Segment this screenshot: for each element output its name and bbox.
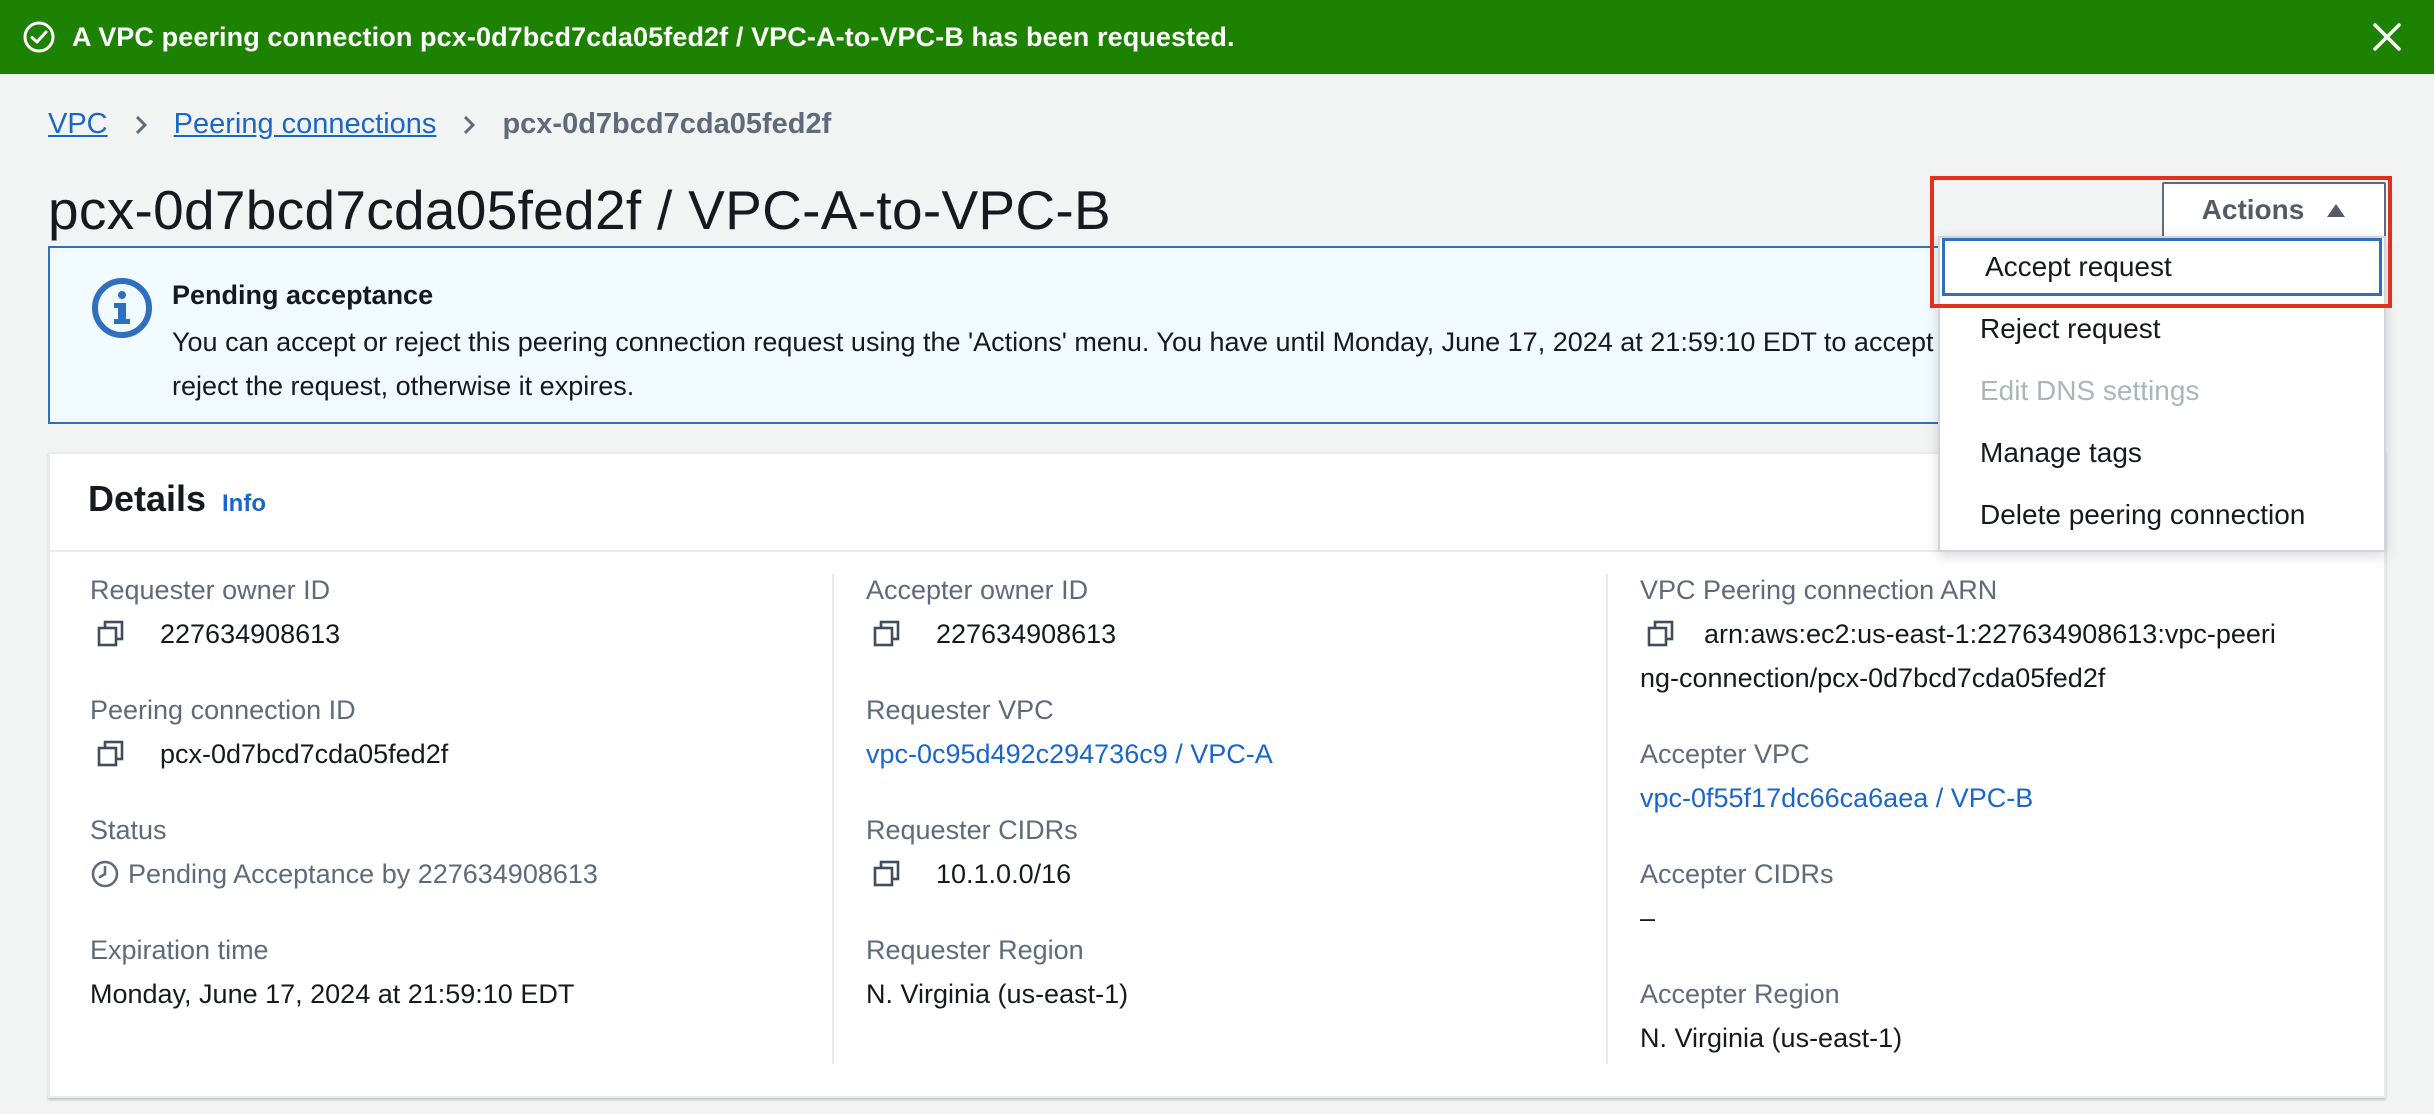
- close-icon[interactable]: [2370, 20, 2404, 54]
- requester-region-field: Requester Region N. Virginia (us-east-1): [866, 932, 1128, 1016]
- caret-up-icon: [2326, 202, 2346, 218]
- field-label: Status: [90, 815, 167, 845]
- requester-cidrs-field: Requester CIDRs 10.1.0.0/16: [866, 812, 1078, 896]
- field-value: arn:aws:ec2:us-east-1:227634908613:vpc-p…: [1640, 612, 2360, 700]
- copy-icon[interactable]: [96, 619, 126, 649]
- field-label: Accepter owner ID: [866, 575, 1089, 605]
- peering-connection-id-field: Peering connection ID pcx-0d7bcd7cda05fe…: [90, 692, 448, 776]
- copy-icon[interactable]: [1646, 619, 1676, 649]
- accepter-vpc-field: Accepter VPC vpc-0f55f17dc66ca6aea / VPC…: [1640, 736, 2033, 820]
- requester-owner-id-value: 227634908613: [160, 619, 341, 649]
- field-label: Requester Region: [866, 935, 1084, 965]
- menu-item-delete-peering-connection[interactable]: Delete peering connection: [1940, 486, 2384, 544]
- clock-icon: [90, 859, 120, 889]
- field-label: Requester owner ID: [90, 575, 331, 605]
- requester-cidrs-value: 10.1.0.0/16: [936, 859, 1072, 889]
- field-value: Pending Acceptance by 227634908613: [90, 852, 598, 896]
- requester-region-value: N. Virginia (us-east-1): [866, 979, 1129, 1009]
- requester-vpc-link[interactable]: vpc-0c95d492c294736c9 / VPC-A: [866, 732, 1273, 776]
- field-value: 10.1.0.0/16: [866, 852, 1078, 896]
- alert-body: You can accept or reject this peering co…: [172, 327, 1965, 401]
- check-circle-icon: [22, 20, 56, 54]
- field-value: 227634908613: [866, 612, 1116, 656]
- success-flash-banner: A VPC peering connection pcx-0d7bcd7cda0…: [0, 0, 2434, 74]
- actions-menu: Accept request Reject request Edit DNS s…: [1938, 236, 2386, 552]
- alert-title: Pending acceptance: [172, 280, 434, 310]
- arn-value: arn:aws:ec2:us-east-1:227634908613:vpc-p…: [1640, 619, 2276, 693]
- copy-icon[interactable]: [872, 619, 902, 649]
- field-label: Accepter VPC: [1640, 739, 1810, 769]
- accepter-owner-id-field: Accepter owner ID 227634908613: [866, 572, 1116, 656]
- field-label: Requester VPC: [866, 695, 1054, 725]
- status-value: Pending Acceptance by 227634908613: [128, 859, 598, 889]
- field-value: pcx-0d7bcd7cda05fed2f: [90, 732, 448, 776]
- column-divider: [1606, 574, 1608, 1064]
- accepter-region-field: Accepter Region N. Virginia (us-east-1): [1640, 976, 1902, 1060]
- chevron-right-icon: [130, 114, 152, 136]
- breadcrumb-peering-connections-link[interactable]: Peering connections: [174, 108, 437, 141]
- field-label: Requester CIDRs: [866, 815, 1078, 845]
- info-link[interactable]: Info: [222, 490, 266, 518]
- menu-item-reject-request[interactable]: Reject request: [1940, 300, 2384, 358]
- field-value: 227634908613: [90, 612, 340, 656]
- accepter-owner-id-value: 227634908613: [936, 619, 1117, 649]
- flash-message: A VPC peering connection pcx-0d7bcd7cda0…: [72, 21, 1235, 52]
- field-label: Peering connection ID: [90, 695, 356, 725]
- page-title: pcx-0d7bcd7cda05fed2f / VPC-A-to-VPC-B: [48, 179, 1112, 241]
- status-field: Status Pending Acceptance by 22763490861…: [90, 812, 598, 896]
- expiration-time-field: Expiration time Monday, June 17, 2024 at…: [90, 932, 574, 1016]
- actions-label: Actions: [2201, 194, 2305, 225]
- menu-item-manage-tags[interactable]: Manage tags: [1940, 424, 2384, 482]
- menu-item-edit-dns-settings: Edit DNS settings: [1980, 375, 2200, 406]
- breadcrumb-current: pcx-0d7bcd7cda05fed2f: [502, 108, 832, 140]
- actions-button[interactable]: Actions: [2162, 182, 2386, 238]
- arn-field: VPC Peering connection ARN arn:aws:ec2:u…: [1640, 572, 2360, 700]
- breadcrumb: VPC Peering connections pcx-0d7bcd7cda05…: [48, 108, 831, 141]
- chevron-right-icon: [458, 114, 480, 136]
- info-icon: [90, 276, 154, 340]
- field-label: Accepter CIDRs: [1640, 859, 1834, 889]
- accepter-region-value: N. Virginia (us-east-1): [1640, 1023, 1903, 1053]
- accepter-vpc-link[interactable]: vpc-0f55f17dc66ca6aea / VPC-B: [1640, 776, 2033, 820]
- details-heading: Details: [88, 478, 207, 519]
- menu-item-accept-request[interactable]: Accept request: [1942, 238, 2382, 296]
- peering-connection-id-value: pcx-0d7bcd7cda05fed2f: [160, 739, 449, 769]
- expiration-time-value: Monday, June 17, 2024 at 21:59:10 EDT: [90, 979, 575, 1009]
- copy-icon[interactable]: [96, 739, 126, 769]
- column-divider: [832, 574, 834, 1064]
- requester-owner-id-field: Requester owner ID 227634908613: [90, 572, 340, 656]
- field-label: VPC Peering connection ARN: [1640, 575, 1998, 605]
- requester-vpc-field: Requester VPC vpc-0c95d492c294736c9 / VP…: [866, 692, 1273, 776]
- field-label: Accepter Region: [1640, 979, 1840, 1009]
- accepter-cidrs-field: Accepter CIDRs –: [1640, 856, 1834, 940]
- copy-icon[interactable]: [872, 859, 902, 889]
- breadcrumb-vpc-link[interactable]: VPC: [48, 108, 108, 141]
- accepter-cidrs-value: –: [1640, 903, 1656, 933]
- field-label: Expiration time: [90, 935, 269, 965]
